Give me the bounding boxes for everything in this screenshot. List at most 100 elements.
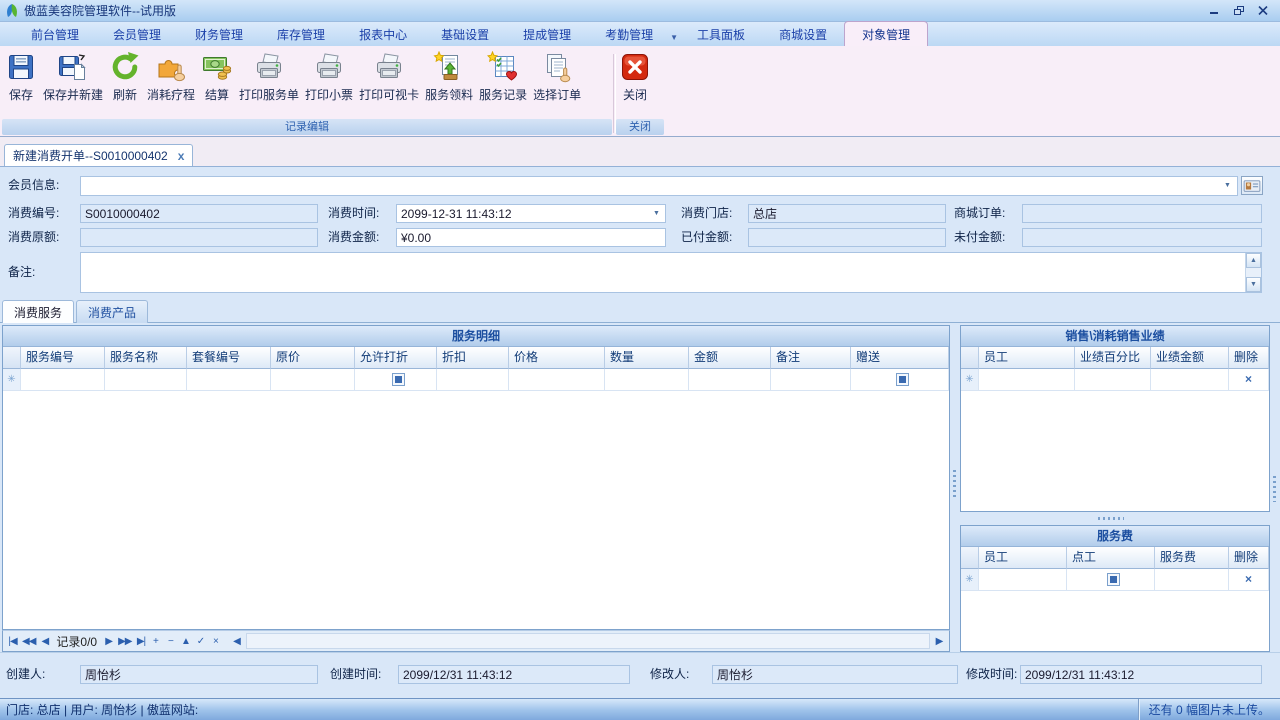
cell-quantity[interactable] xyxy=(605,369,689,391)
scroll-down-icon[interactable]: ▼ xyxy=(1246,277,1261,292)
nav-prev-page-button[interactable]: ◀◀ xyxy=(20,636,37,647)
scroll-up-icon[interactable]: ▲ xyxy=(1246,253,1261,268)
cell-remark[interactable] xyxy=(771,369,851,391)
print-visual-card-button[interactable]: 打印可视卡 xyxy=(356,48,422,119)
column-header-gift[interactable]: 赠送 xyxy=(851,347,949,369)
menu-item-members[interactable]: 会员管理 xyxy=(96,22,178,46)
treatment-consume-button[interactable]: 消耗疗程 xyxy=(144,48,198,119)
cell-package-no[interactable] xyxy=(187,369,271,391)
column-header-perf-percent[interactable]: 业绩百分比 xyxy=(1075,347,1151,369)
tab-consume-product[interactable]: 消费产品 xyxy=(76,300,148,323)
member-card-button[interactable] xyxy=(1241,176,1263,195)
created-time-input[interactable] xyxy=(398,665,630,684)
menu-item-finance[interactable]: 财务管理 xyxy=(178,22,260,46)
menu-item-inventory[interactable]: 库存管理 xyxy=(260,22,342,46)
column-header-quantity[interactable]: 数量 xyxy=(605,347,689,369)
column-header-discount[interactable]: 折扣 xyxy=(437,347,509,369)
horizontal-splitter-grip[interactable] xyxy=(1098,517,1124,520)
minimize-button[interactable] xyxy=(1206,4,1224,18)
column-header-service-no[interactable]: 服务编号 xyxy=(21,347,105,369)
member-info-input[interactable] xyxy=(80,176,1238,196)
column-header-employee[interactable]: 员工 xyxy=(979,547,1067,569)
consume-store-input[interactable] xyxy=(748,204,946,223)
cell-price[interactable] xyxy=(509,369,605,391)
gift-checkbox[interactable] xyxy=(896,373,909,386)
column-header-service-name[interactable]: 服务名称 xyxy=(105,347,187,369)
consume-no-input[interactable] xyxy=(80,204,318,223)
select-order-button[interactable]: 选择订单 xyxy=(530,48,584,119)
column-header-price[interactable]: 价格 xyxy=(509,347,605,369)
original-amount-input[interactable] xyxy=(80,228,318,247)
column-header-package-no[interactable]: 套餐编号 xyxy=(187,347,271,369)
menu-item-commission[interactable]: 提成管理 xyxy=(506,22,588,46)
close-tab-button[interactable]: 关闭 xyxy=(616,48,654,119)
nav-post-button[interactable]: ✓ xyxy=(193,636,208,647)
cell-employee[interactable] xyxy=(979,569,1067,591)
delete-row-icon[interactable]: × xyxy=(1229,369,1269,391)
nav-first-button[interactable]: |◀ xyxy=(5,636,20,647)
column-header-allow-discount[interactable]: 允许打折 xyxy=(355,347,437,369)
hscroll-left-icon[interactable]: ◀ xyxy=(229,636,244,647)
creator-input[interactable] xyxy=(80,665,318,684)
print-service-sheet-button[interactable]: 打印服务单 xyxy=(236,48,302,119)
menu-item-reports[interactable]: 报表中心 xyxy=(342,22,424,46)
tab-consume-service[interactable]: 消费服务 xyxy=(2,300,74,323)
hscroll-right-icon[interactable]: ▶ xyxy=(932,636,947,647)
column-header-delete[interactable]: 删除 xyxy=(1229,347,1269,369)
vertical-splitter-grip[interactable] xyxy=(953,470,956,498)
cell-service-fee[interactable] xyxy=(1155,569,1229,591)
menu-item-object-management[interactable]: 对象管理 xyxy=(844,21,928,46)
delete-row-icon[interactable]: × xyxy=(1229,569,1269,591)
service-material-button[interactable]: 服务领料 xyxy=(422,48,476,119)
column-header-delete[interactable]: 删除 xyxy=(1229,547,1269,569)
allow-discount-checkbox[interactable] xyxy=(392,373,405,386)
cell-original-price[interactable] xyxy=(271,369,355,391)
menu-item-basic-settings[interactable]: 基础设置 xyxy=(424,22,506,46)
column-header-original-price[interactable]: 原价 xyxy=(271,347,355,369)
cell-employee[interactable] xyxy=(979,369,1075,391)
nav-delete-button[interactable]: − xyxy=(163,636,178,647)
appointed-checkbox[interactable] xyxy=(1107,573,1120,586)
paid-amount-input[interactable] xyxy=(748,228,946,247)
nav-edit-button[interactable]: ▲ xyxy=(178,636,193,647)
column-header-appointed[interactable]: 点工 xyxy=(1067,547,1155,569)
menu-item-front-desk[interactable]: 前台管理 xyxy=(14,22,96,46)
nav-next-page-button[interactable]: ▶▶ xyxy=(116,636,133,647)
column-header-service-fee[interactable]: 服务费 xyxy=(1155,547,1229,569)
save-and-new-button[interactable]: 保存并新建 xyxy=(40,48,106,119)
cell-allow-discount[interactable] xyxy=(355,369,437,391)
nav-cancel-button[interactable]: × xyxy=(208,636,223,647)
cell-amount[interactable] xyxy=(689,369,771,391)
service-record-button[interactable]: 服务记录 xyxy=(476,48,530,119)
modifier-input[interactable] xyxy=(712,665,958,684)
unpaid-amount-input[interactable] xyxy=(1022,228,1262,247)
nav-prev-button[interactable]: ◀ xyxy=(37,636,52,647)
menu-item-mall-settings[interactable]: 商城设置 xyxy=(762,22,844,46)
menu-item-tools[interactable]: 工具面板 xyxy=(680,22,762,46)
cell-service-name[interactable] xyxy=(105,369,187,391)
document-tab-close-icon[interactable]: x xyxy=(178,149,185,163)
menu-item-attendance[interactable]: 考勤管理 xyxy=(588,22,670,46)
cell-appointed[interactable] xyxy=(1067,569,1155,591)
restore-button[interactable] xyxy=(1230,4,1248,18)
cell-perf-percent[interactable] xyxy=(1075,369,1151,391)
modified-time-input[interactable] xyxy=(1020,665,1262,684)
horizontal-scrollbar-track[interactable] xyxy=(246,633,930,649)
cell-perf-amount[interactable] xyxy=(1151,369,1229,391)
right-splitter-grip[interactable] xyxy=(1273,476,1276,502)
mall-order-input[interactable] xyxy=(1022,204,1262,223)
nav-insert-button[interactable]: + xyxy=(148,636,163,647)
remark-textarea[interactable] xyxy=(80,252,1262,293)
nav-next-button[interactable]: ▶ xyxy=(101,636,116,647)
print-receipt-button[interactable]: 打印小票 xyxy=(302,48,356,119)
refresh-button[interactable]: 刷新 xyxy=(106,48,144,119)
remark-scrollbar[interactable]: ▲ ▼ xyxy=(1245,253,1261,292)
close-window-button[interactable] xyxy=(1254,4,1272,18)
cell-discount[interactable] xyxy=(437,369,509,391)
nav-last-button[interactable]: ▶| xyxy=(133,636,148,647)
column-header-employee[interactable]: 员工 xyxy=(979,347,1075,369)
column-header-perf-amount[interactable]: 业绩金额 xyxy=(1151,347,1229,369)
consume-time-dropdown-arrow-icon[interactable]: ▼ xyxy=(649,206,664,221)
cell-service-no[interactable] xyxy=(21,369,105,391)
save-button[interactable]: 保存 xyxy=(2,48,40,119)
